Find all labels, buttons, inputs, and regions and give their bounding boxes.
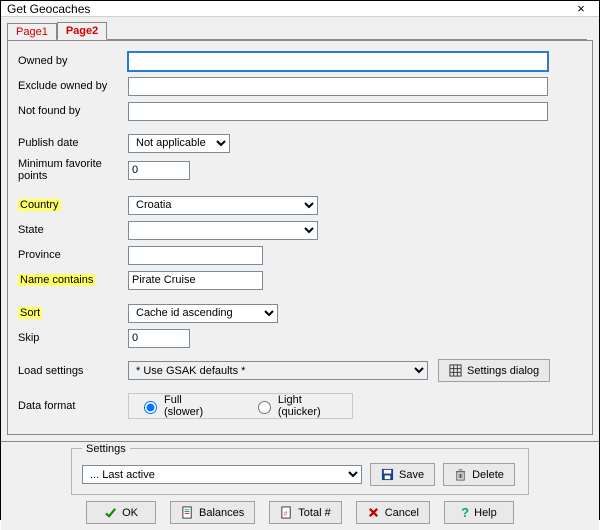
dialog-button-row: OK Balances # Total # Cancel ? Help bbox=[11, 501, 589, 524]
radio-light-label: Light (quicker) bbox=[278, 394, 342, 418]
window: Get Geocaches × Page1 Page2 Owned by Exc… bbox=[0, 0, 600, 520]
label-name-contains: Name contains bbox=[18, 274, 95, 286]
total-icon: # bbox=[280, 506, 293, 519]
form-panel: Owned by Exclude owned by Not found by P… bbox=[7, 40, 593, 435]
tab-page1[interactable]: Page1 bbox=[7, 23, 57, 40]
tab-page2[interactable]: Page2 bbox=[57, 22, 107, 40]
label-min-fav: Minimum favorite points bbox=[18, 158, 128, 182]
tabstrip: Page1 Page2 bbox=[1, 17, 599, 40]
radio-full-label: Full (slower) bbox=[164, 394, 219, 418]
save-label: Save bbox=[399, 469, 424, 481]
help-button[interactable]: ? Help bbox=[444, 501, 514, 524]
settings-fieldset: Settings ... Last active Save Delete bbox=[71, 448, 529, 495]
x-icon bbox=[367, 506, 380, 519]
trash-icon bbox=[454, 468, 467, 481]
not-found-by-input[interactable] bbox=[128, 102, 548, 121]
label-country: Country bbox=[18, 199, 61, 211]
grid-settings-icon bbox=[449, 364, 462, 377]
name-contains-input[interactable] bbox=[128, 271, 263, 290]
radio-full[interactable]: Full (slower) bbox=[139, 394, 219, 418]
radio-full-input[interactable] bbox=[144, 401, 157, 414]
titlebar: Get Geocaches × bbox=[1, 1, 599, 17]
label-skip: Skip bbox=[18, 332, 128, 344]
check-icon bbox=[104, 506, 117, 519]
state-select[interactable] bbox=[128, 221, 318, 240]
balances-icon bbox=[181, 506, 194, 519]
radio-light[interactable]: Light (quicker) bbox=[253, 394, 342, 418]
settings-dialog-label: Settings dialog bbox=[467, 365, 539, 377]
sort-select[interactable]: Cache id ascending bbox=[128, 304, 278, 323]
total-label: Total # bbox=[298, 507, 330, 519]
save-icon bbox=[381, 468, 394, 481]
balances-label: Balances bbox=[199, 507, 244, 519]
exclude-owned-by-input[interactable] bbox=[128, 77, 548, 96]
settings-legend: Settings bbox=[82, 443, 130, 455]
owned-by-input[interactable] bbox=[128, 52, 548, 71]
help-label: Help bbox=[474, 507, 497, 519]
save-button[interactable]: Save bbox=[370, 463, 435, 486]
settings-select[interactable]: ... Last active bbox=[82, 465, 362, 484]
load-settings-select[interactable]: * Use GSAK defaults * bbox=[128, 361, 428, 380]
label-data-format: Data format bbox=[18, 400, 128, 412]
cancel-label: Cancel bbox=[385, 507, 419, 519]
label-sort: Sort bbox=[18, 307, 42, 319]
ok-label: OK bbox=[122, 507, 138, 519]
window-title: Get Geocaches bbox=[7, 2, 90, 16]
label-province: Province bbox=[18, 249, 128, 261]
settings-dialog-button[interactable]: Settings dialog bbox=[438, 359, 550, 382]
province-input[interactable] bbox=[128, 246, 263, 265]
min-fav-input[interactable] bbox=[128, 161, 190, 180]
label-state: State bbox=[18, 224, 128, 236]
data-format-group: Full (slower) Light (quicker) bbox=[128, 393, 353, 419]
label-publish-date: Publish date bbox=[18, 137, 128, 149]
ok-button[interactable]: OK bbox=[86, 501, 156, 524]
close-icon[interactable]: × bbox=[567, 1, 595, 16]
delete-button[interactable]: Delete bbox=[443, 463, 515, 486]
publish-date-select[interactable]: Not applicable bbox=[128, 134, 230, 153]
balances-button[interactable]: Balances bbox=[170, 501, 255, 524]
delete-label: Delete bbox=[472, 469, 504, 481]
radio-light-input[interactable] bbox=[258, 401, 271, 414]
label-load-settings: Load settings bbox=[18, 365, 128, 377]
label-exclude-owned-by: Exclude owned by bbox=[18, 80, 128, 92]
country-select[interactable]: Croatia bbox=[128, 196, 318, 215]
total-button[interactable]: # Total # bbox=[269, 501, 341, 524]
cancel-button[interactable]: Cancel bbox=[356, 501, 430, 524]
question-icon: ? bbox=[461, 506, 469, 519]
svg-text:#: # bbox=[284, 510, 288, 517]
bottom-bar: Settings ... Last active Save Delete bbox=[1, 441, 599, 530]
label-not-found-by: Not found by bbox=[18, 105, 128, 117]
label-owned-by: Owned by bbox=[18, 55, 128, 67]
skip-input[interactable] bbox=[128, 329, 190, 348]
